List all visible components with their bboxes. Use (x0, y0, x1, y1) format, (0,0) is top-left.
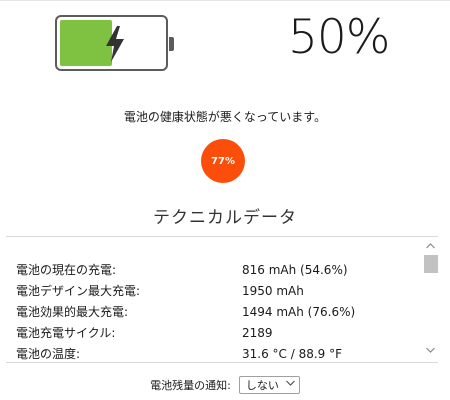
row-value: 31.6 °C / 88.9 °F (242, 346, 343, 361)
vertical-scrollbar[interactable] (422, 238, 438, 360)
row-label: 電池の現在の充電: (16, 263, 117, 277)
notification-select[interactable]: しない (238, 376, 300, 394)
table-row: 電池効果的最大充電: 1494 mAh (76.6%) (16, 301, 420, 322)
panel-bottom-divider (6, 362, 438, 363)
notification-setting: 電池残量の通知: しない (0, 374, 450, 396)
row-label: 電池の温度: (16, 347, 81, 361)
battery-terminal (169, 37, 174, 51)
battery-icon (55, 15, 174, 75)
scrollbar-thumb[interactable] (424, 255, 438, 273)
row-value: 1494 mAh (76.6%) (242, 304, 356, 319)
chevron-down-icon[interactable] (422, 344, 438, 356)
table-row: 電池デザイン最大充電: 1950 mAh (16, 280, 420, 301)
technical-data-panel[interactable]: 電池の現在の充電: 816 mAh (54.6%) 電池デザイン最大充電: 19… (10, 237, 420, 362)
top-divider (0, 0, 450, 1)
chevron-up-icon[interactable] (422, 240, 438, 252)
row-value: 816 mAh (54.6%) (242, 262, 348, 277)
table-row: 電池の温度: 31.6 °C / 88.9 °F (16, 343, 420, 362)
notification-label: 電池残量の通知: (150, 379, 231, 392)
table-row: 電池充電サイクル: 2189 (16, 322, 420, 343)
technical-data-title: テクニカルデータ (153, 208, 297, 228)
row-label: 電池充電サイクル: (16, 326, 116, 340)
health-score-text: 77% (211, 155, 235, 167)
row-label: 電池デザイン最大充電: (16, 284, 141, 298)
chevron-down-icon (285, 379, 295, 389)
row-value: 2189 (242, 325, 273, 340)
row-value: 1950 mAh (242, 283, 304, 298)
row-label: 電池効果的最大充電: (16, 305, 129, 319)
battery-app-window: 50% 電池の健康状態が悪くなっています。 77% テクニカルデータ 電池の現在… (0, 0, 450, 400)
charging-bolt-icon (106, 26, 124, 62)
notification-selected-value: しない (245, 379, 279, 392)
technical-data-table: 電池の現在の充電: 816 mAh (54.6%) 電池デザイン最大充電: 19… (16, 259, 420, 362)
table-row: 電池の現在の充電: 816 mAh (54.6%) (16, 259, 420, 280)
health-message: 電池の健康状態が悪くなっています。 (123, 110, 327, 124)
health-score-badge: 77% (201, 139, 245, 183)
charge-percent: 50% (288, 10, 390, 65)
